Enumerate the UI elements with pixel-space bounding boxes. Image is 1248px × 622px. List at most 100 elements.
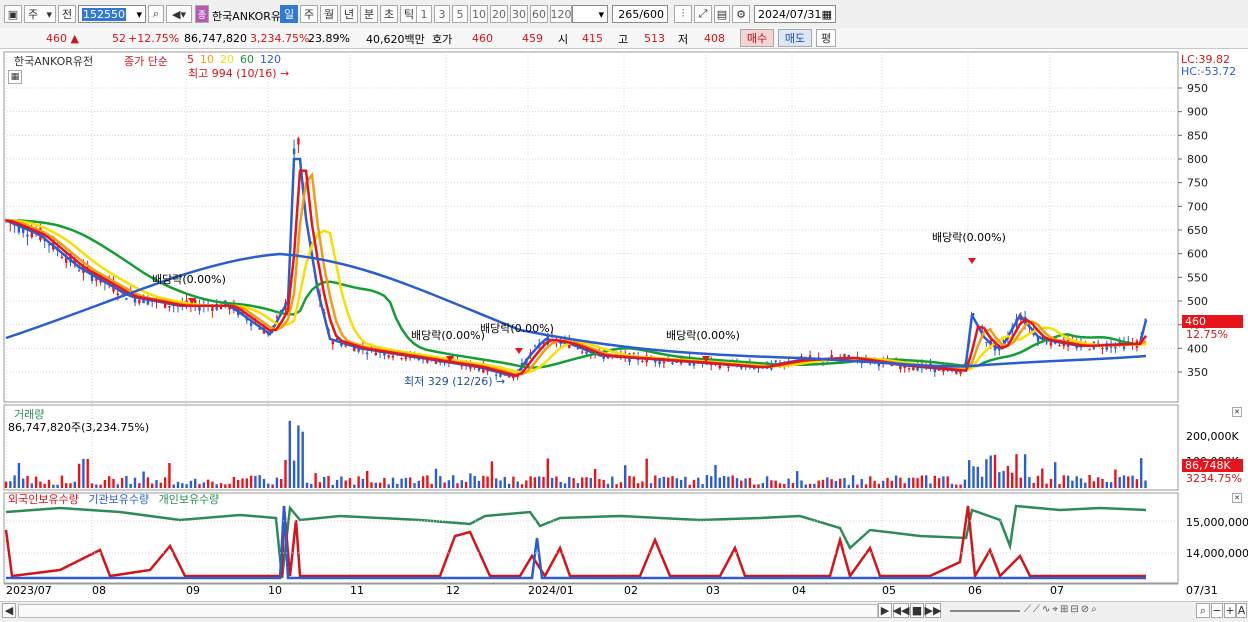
price-candle (1101, 348, 1104, 350)
price-candle (211, 307, 214, 311)
window-menu-icon[interactable]: ▣ (4, 5, 22, 23)
price-tick-label: 700 (1187, 200, 1208, 213)
rewind-icon[interactable]: ◀◀ (893, 603, 909, 618)
zoom-in-icon[interactable]: + (1224, 603, 1236, 618)
volume-bar (232, 476, 236, 488)
table-icon[interactable]: ▦ (8, 70, 22, 84)
holding-panel-close-icon[interactable]: ✕ (1232, 493, 1242, 503)
period-button[interactable]: 초 (380, 5, 398, 23)
volume-bar (43, 483, 46, 488)
minute-button[interactable]: 1 (416, 5, 432, 23)
price-candle (585, 351, 588, 354)
volume-bar (744, 478, 747, 488)
volume-bar (477, 480, 481, 488)
line-tool-icon[interactable]: ⤢ (694, 5, 712, 23)
stock-chart[interactable]: 950900850800750700650600550500450400350 (0, 50, 1248, 621)
period-button[interactable]: 분 (360, 5, 378, 23)
minute-button[interactable]: 120 (550, 5, 572, 23)
price-tick-label: 750 (1187, 177, 1208, 190)
volume-bar (378, 482, 382, 488)
date-input[interactable]: 2024/07/31 ▦ (754, 5, 836, 23)
volume-pct-tag: 3234.75% (1186, 472, 1242, 485)
volume-bar (125, 475, 128, 488)
volume-bar (753, 484, 756, 488)
volume-bar (361, 478, 365, 488)
price-candle (671, 362, 674, 364)
scroll-left-icon[interactable]: ◀ (2, 603, 16, 618)
minute-button[interactable]: 3 (434, 5, 450, 23)
volume-bar (959, 484, 962, 488)
volume-bar (705, 475, 709, 488)
dropdown-arrow-icon[interactable]: ▾ (136, 8, 142, 21)
period-button[interactable]: 월 (320, 5, 338, 23)
period-button[interactable]: 일 (280, 5, 298, 23)
buy-button[interactable]: 매수 (740, 29, 774, 47)
minute-button[interactable]: 10 (470, 5, 488, 23)
minute-button[interactable]: 30 (510, 5, 528, 23)
chart-scrollbar[interactable] (18, 604, 878, 618)
sell-button[interactable]: 매도 (778, 29, 812, 47)
period-button[interactable]: 주 (300, 5, 318, 23)
period-button[interactable]: 년 (340, 5, 358, 23)
font-size-icon[interactable]: A (1236, 603, 1247, 618)
market-selector-button[interactable]: 전 (58, 5, 76, 23)
scroll-right-icon[interactable]: ▶ (878, 603, 892, 618)
price-candle (662, 361, 666, 364)
minute-button[interactable]: 60 (530, 5, 548, 23)
x-axis-label: 05 (882, 584, 896, 597)
gear-icon[interactable]: ⚙ (732, 5, 750, 23)
search-icon[interactable]: ⌕ (1196, 603, 1210, 618)
volume-bar (202, 482, 205, 488)
volume-bar (1131, 475, 1134, 488)
price-panel-stock-label: 한국ANKOR유전 (14, 55, 94, 68)
volume-bar (69, 483, 72, 488)
volume-bar (649, 483, 653, 488)
zoom-out-icon[interactable]: − (1211, 603, 1223, 618)
save-icon[interactable]: ▤ (714, 5, 730, 23)
x-axis-end-label: 07/31 (1186, 584, 1218, 597)
volume-bar (813, 483, 816, 488)
volume-bar (942, 476, 945, 488)
period-mode-select[interactable]: 주 ▾ (24, 5, 56, 23)
minute-button[interactable]: 5 (452, 5, 468, 23)
price-tick-label: 800 (1187, 153, 1208, 166)
speaker-icon[interactable]: ◀▾ (166, 5, 192, 23)
volume-bar (869, 476, 872, 488)
volume-bar (26, 476, 29, 488)
drawing-tools-icons[interactable]: ⟋⟋∿⌖⊞⊟⊘⌕ (1024, 604, 1194, 618)
volume-bar (731, 475, 734, 488)
price-candle (292, 148, 296, 155)
candle-type-icon[interactable]: ⫶ (674, 5, 692, 23)
volume-bar (770, 480, 773, 488)
volume-bar (778, 483, 782, 488)
volume-bar (710, 476, 713, 488)
price-candle (125, 298, 128, 300)
volume-bar (980, 476, 984, 488)
price-candle (331, 341, 334, 345)
forward-icon[interactable]: ▶▶ (925, 603, 941, 618)
minute-button[interactable]: 20 (490, 5, 508, 23)
volume-bar (1066, 475, 1070, 488)
volume-panel-close-icon[interactable]: ✕ (1232, 407, 1242, 417)
stop-icon[interactable]: ■ (910, 603, 924, 618)
volume-bar (1019, 477, 1022, 488)
search-icon[interactable]: ⌕ (148, 5, 164, 23)
stock-code-value: 152550 (82, 7, 126, 21)
volume-bar (572, 478, 575, 488)
open-price: 415 (582, 32, 603, 45)
volume-bar (1006, 465, 1010, 488)
evaluation-button[interactable]: 평 (816, 29, 836, 47)
calendar-icon[interactable]: ▦ (822, 8, 832, 21)
zoom-slider[interactable] (950, 610, 1020, 612)
count-input[interactable]: 265/600 (612, 5, 668, 23)
volume-bar (684, 476, 687, 488)
volume-bar (512, 476, 515, 488)
volume-bar (224, 484, 227, 488)
holding-tick: 14,000,000 (1186, 547, 1248, 560)
volume-bar (211, 481, 214, 488)
minute-custom-input[interactable]: ▾ (572, 5, 608, 23)
volume-bar (1097, 477, 1100, 488)
stock-code-input[interactable]: 152550 ▾ (78, 5, 146, 23)
volume-bar (740, 480, 743, 488)
volume-bar (1015, 454, 1018, 488)
